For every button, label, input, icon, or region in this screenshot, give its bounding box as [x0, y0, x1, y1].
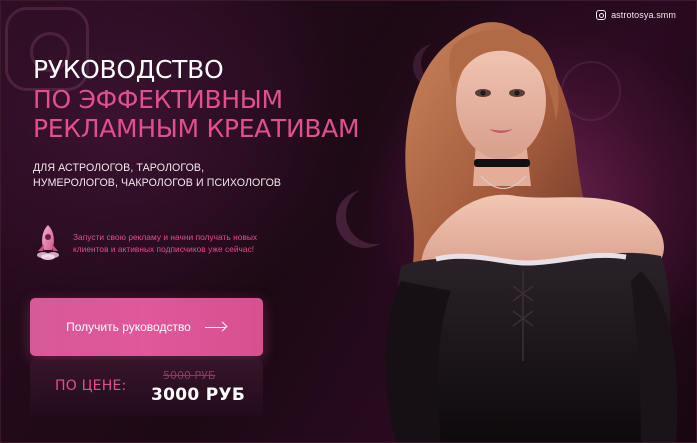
- arrow-right-icon: [204, 322, 227, 332]
- price-label: ПО ЦЕНЕ:: [55, 378, 127, 394]
- promo-text: Запусти свою рекламу и начни получать но…: [73, 231, 257, 255]
- handle-text: astrotosya.smm: [611, 10, 676, 20]
- subtitle-line-2: НУМЕРОЛОГОВ, ЧАКРОЛОГОВ И ПСИХОЛОГОВ: [33, 177, 282, 189]
- headline-line-1: РУКОВОДСТВО: [33, 55, 224, 84]
- promo-line-1: Запусти свою рекламу и начни получать но…: [73, 232, 258, 242]
- price-box: ПО ЦЕНЕ: 5000 РУБ 3000 РУБ: [30, 360, 263, 416]
- new-price: 3000 РУБ: [151, 385, 246, 405]
- headline-line-3: РЕКЛАМНЫМ КРЕАТИВАМ: [33, 114, 360, 143]
- old-price: 5000 РУБ: [163, 369, 216, 382]
- instagram-handle[interactable]: astrotosya.smm: [596, 10, 676, 20]
- get-guide-button-label: Получить руководство: [66, 320, 191, 334]
- get-guide-button[interactable]: Получить руководство: [30, 298, 263, 356]
- subtitle-line-1: ДЛЯ АСТРОЛОГОВ, ТАРОЛОГОВ,: [33, 162, 205, 174]
- woman-portrait-image: [341, 1, 696, 442]
- headline-line-2: ПО ЭФФЕКТИВНЫМ: [33, 84, 283, 114]
- rocket-icon: [37, 225, 59, 260]
- ad-banner: astrotosya.smm РУКОВОДСТВО ПО ЭФФЕКТИВНЫ…: [0, 0, 697, 443]
- promo-line-2: клиентов и активных подписчиков уже сейч…: [73, 244, 255, 254]
- audience-subtitle: ДЛЯ АСТРОЛОГОВ, ТАРОЛОГОВ, НУМЕРОЛОГОВ, …: [33, 161, 281, 191]
- instagram-icon: [596, 10, 607, 20]
- headline: РУКОВОДСТВО ПО ЭФФЕКТИВНЫМ РЕКЛАМНЫМ КРЕ…: [33, 55, 360, 144]
